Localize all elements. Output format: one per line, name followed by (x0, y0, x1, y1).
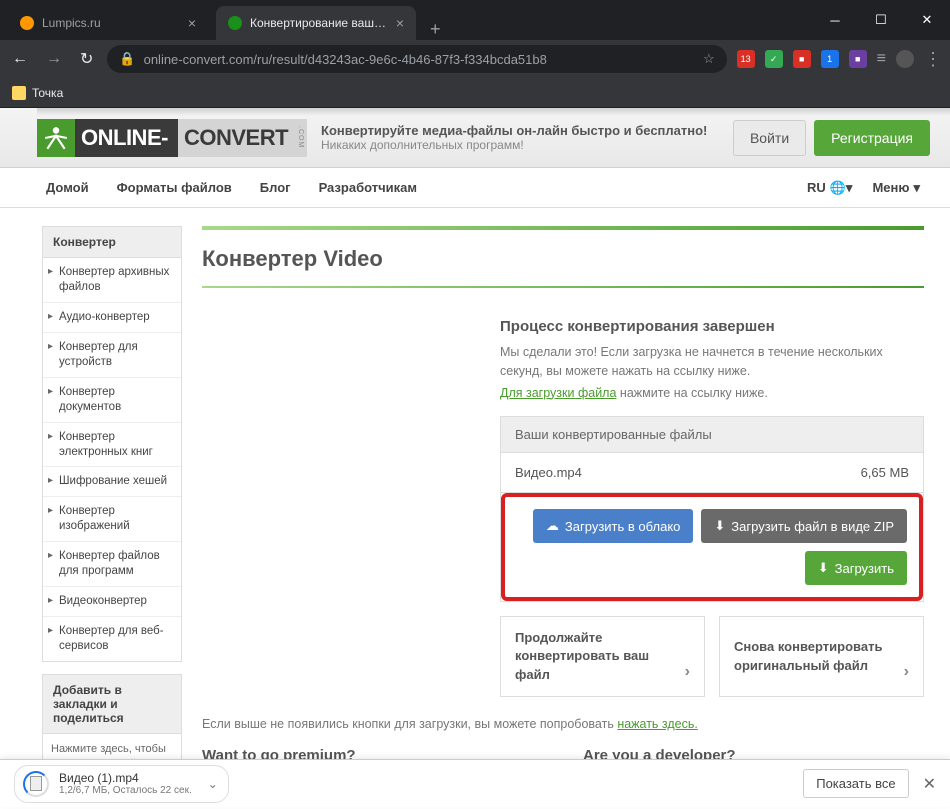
files-header: Ваши конвертированные файлы (501, 417, 923, 453)
reading-list-icon[interactable]: ≡ (877, 50, 886, 68)
show-all-downloads-button[interactable]: Показать все (803, 769, 908, 798)
favicon-icon (20, 16, 34, 30)
language-selector[interactable]: RU 🌐▾ (807, 180, 853, 196)
download-link[interactable]: Для загрузки файла (500, 386, 616, 400)
bookmark-folder-icon (12, 86, 26, 100)
address-bar[interactable]: 🔒 online-convert.com/ru/result/d43243ac-… (107, 45, 726, 73)
divider (202, 226, 924, 230)
extension-icon[interactable]: 13 (737, 50, 755, 68)
fallback-note: Если выше не появились кнопки для загруз… (202, 717, 924, 731)
upload-cloud-button[interactable]: ☁Загрузить в облако (533, 509, 693, 543)
download-filename: Видео (1).mp4 (59, 771, 192, 785)
sidebar-item[interactable]: Конвертер документов (43, 378, 181, 423)
file-row: Видео.mp4 6,65 MB (501, 453, 923, 493)
download-progress-icon (23, 771, 49, 797)
download-icon: ⬇ (818, 560, 829, 576)
nav-home[interactable]: Домой (46, 180, 89, 195)
file-name: Видео.mp4 (515, 465, 582, 480)
logo-text: ONLINE- (75, 119, 178, 157)
download-item[interactable]: Видео (1).mp4 1,2/6,7 МБ, Осталось 22 се… (14, 765, 229, 803)
nav-devs[interactable]: Разработчикам (319, 180, 417, 195)
page-title: Конвертер Video (202, 246, 924, 272)
sidebar-header: Добавить в закладки и поделиться (43, 675, 181, 734)
close-downloads-bar-button[interactable]: ✕ (923, 774, 936, 794)
tab-title: Lumpics.ru (42, 16, 180, 30)
lock-icon: 🔒 (119, 51, 135, 67)
favicon-icon (228, 16, 242, 30)
star-icon[interactable]: ☆ (703, 51, 715, 67)
close-tab-icon[interactable]: × (396, 15, 404, 31)
logo-icon (37, 119, 75, 157)
download-icon: ⬇ (714, 518, 725, 534)
nav-formats[interactable]: Форматы файлов (117, 180, 232, 195)
download-zip-button[interactable]: ⬇Загрузить файл в виде ZIP (701, 509, 907, 543)
sidebar-item[interactable]: Конвертер для устройств (43, 333, 181, 378)
sidebar-item[interactable]: Видеоконвертер (43, 587, 181, 617)
divider (202, 286, 924, 288)
sidebar-item[interactable]: Конвертер архивных файлов (43, 258, 181, 303)
browser-tab[interactable]: Lumpics.ru × (8, 6, 208, 40)
register-button[interactable]: Регистрация (814, 120, 930, 156)
sidebar-header: Конвертер (43, 227, 181, 258)
download-button[interactable]: ⬇Загрузить (805, 551, 907, 585)
sidebar-item[interactable]: Конвертер файлов для программ (43, 542, 181, 587)
maximize-button[interactable]: ☐ (858, 0, 904, 40)
file-size: 6,65 MB (861, 465, 909, 480)
tagline: Конвертируйте медиа-файлы он-лайн быстро… (321, 123, 733, 138)
result-text: Для загрузки файла нажмите на ссылку ниж… (500, 384, 924, 403)
forward-button[interactable]: → (42, 46, 66, 72)
extension-icon[interactable]: ■ (849, 50, 867, 68)
continue-convert-button[interactable]: Продолжайте конвертировать ваш файл› (500, 616, 705, 697)
sidebar-item[interactable]: Аудио-конвертер (43, 303, 181, 333)
sidebar-item[interactable]: Шифрование хешей (43, 467, 181, 497)
reconvert-button[interactable]: Снова конвертировать оригинальный файл› (719, 616, 924, 697)
chevron-right-icon: › (685, 661, 690, 683)
download-status: 1,2/6,7 МБ, Осталось 22 сек. (59, 785, 192, 796)
bookmark-label: Точка (32, 86, 63, 100)
result-title: Процесс конвертирования завершен (500, 318, 924, 335)
download-buttons-highlight: ☁Загрузить в облако ⬇Загрузить файл в ви… (501, 493, 923, 601)
login-button[interactable]: Войти (733, 120, 806, 156)
close-window-button[interactable]: ✕ (904, 0, 950, 40)
extension-icon[interactable]: 1 (821, 50, 839, 68)
browser-tab[interactable]: Конвертирование ваших файло × (216, 6, 416, 40)
reload-button[interactable]: ↻ (76, 45, 97, 73)
sidebar-item[interactable]: Конвертер электронных книг (43, 423, 181, 468)
cloud-icon: ☁ (546, 518, 559, 534)
tagline-sub: Никаких дополнительных программ! (321, 138, 733, 152)
menu-icon[interactable]: ⋮ (924, 49, 942, 70)
close-tab-icon[interactable]: × (188, 15, 196, 31)
minimize-button[interactable]: ─ (812, 0, 858, 40)
new-tab-button[interactable]: + (416, 19, 455, 40)
url-text: online-convert.com/ru/result/d43243ac-9e… (144, 52, 547, 67)
extension-icon[interactable]: ✓ (765, 50, 783, 68)
logo-suffix: .COM (294, 119, 307, 157)
chevron-down-icon[interactable]: ⌄ (208, 777, 218, 791)
result-text: Мы сделали это! Если загрузка не начнетс… (500, 343, 924, 381)
back-button[interactable]: ← (8, 46, 32, 72)
bookmark-item[interactable]: Точка (12, 86, 63, 100)
nav-blog[interactable]: Блог (260, 180, 291, 195)
profile-avatar[interactable] (896, 50, 914, 68)
sidebar-item[interactable]: Конвертер для веб-сервисов (43, 617, 181, 661)
menu-toggle[interactable]: Меню ▾ (872, 180, 920, 196)
sidebar-item[interactable]: Конвертер изображений (43, 497, 181, 542)
site-logo[interactable]: ONLINE- CONVERT .COM (37, 119, 307, 157)
fallback-link[interactable]: нажать здесь. (617, 717, 698, 731)
extension-icon[interactable]: ■ (793, 50, 811, 68)
logo-text: CONVERT (178, 119, 294, 157)
chevron-right-icon: › (904, 661, 909, 683)
tab-title: Конвертирование ваших файло (250, 16, 388, 30)
